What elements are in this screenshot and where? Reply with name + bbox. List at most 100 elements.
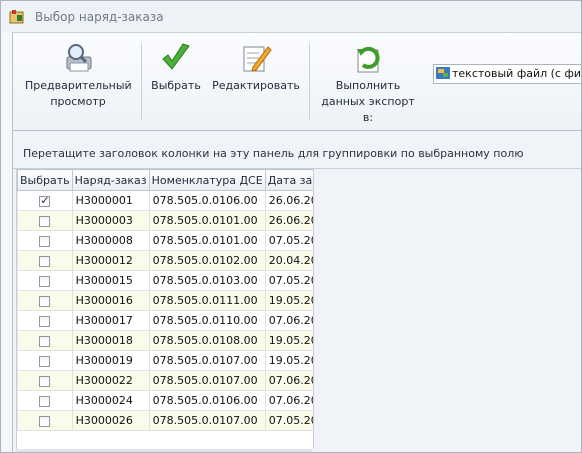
- order-cell: Н3000026: [71, 410, 150, 431]
- export-button[interactable]: Выполнить данных экспорт в:: [315, 33, 421, 129]
- select-checkbox[interactable]: [39, 355, 51, 367]
- table-row[interactable]: Н3000016078.505.0.0111.0019.05.2016: [17, 290, 313, 311]
- table-row[interactable]: Н3000003078.505.0.0101.0026.06.2015: [17, 210, 313, 231]
- export-format-value: текстовый файл (с фик: [452, 67, 582, 80]
- order-cell: Н3000017: [71, 310, 150, 331]
- item-cell: 078.505.0.0107.00: [148, 410, 266, 431]
- order-cell: Н3000024: [71, 390, 150, 411]
- grid-body: Н3000001078.505.0.0106.0026.06.2015Н3000…: [17, 190, 313, 431]
- select-cell[interactable]: [17, 290, 73, 311]
- select-cell[interactable]: [17, 330, 73, 351]
- select-checkbox[interactable]: [39, 395, 51, 407]
- select-cell[interactable]: [17, 410, 73, 431]
- table-row[interactable]: Н3000015078.505.0.0103.0007.05.2016: [17, 270, 313, 291]
- select-checkbox[interactable]: [39, 295, 51, 307]
- item-cell: 078.505.0.0106.00: [148, 390, 266, 411]
- order-selection-window: Выбор наряд-заказа Предварительный просм…: [0, 0, 582, 453]
- item-cell: 078.505.0.0108.00: [148, 330, 266, 351]
- table-row[interactable]: Н3000026078.505.0.0107.0007.05.2016: [17, 410, 313, 431]
- item-cell: 078.505.0.0111.00: [148, 290, 266, 311]
- export-label: Выполнить данных экспорт в:: [321, 79, 415, 124]
- edit-button[interactable]: Редактировать: [211, 33, 301, 129]
- date-cell: 07.05.2016: [264, 230, 313, 251]
- column-header-date[interactable]: Дата запуска: [264, 169, 313, 191]
- preview-button[interactable]: Предварительный просмотр: [25, 33, 132, 129]
- date-cell: 07.06.2016: [264, 370, 313, 391]
- table-row[interactable]: Н3000017078.505.0.0110.0007.06.2016: [17, 310, 313, 331]
- select-checkbox[interactable]: [39, 235, 51, 247]
- date-cell: 07.05.2016: [264, 410, 313, 431]
- order-cell: Н3000001: [71, 190, 150, 211]
- select-cell[interactable]: [17, 190, 73, 211]
- date-cell: 07.05.2016: [264, 270, 313, 291]
- select-checkbox[interactable]: [39, 315, 51, 327]
- select-checkbox[interactable]: [39, 335, 51, 347]
- date-cell: 07.06.2016: [264, 310, 313, 331]
- select-checkbox[interactable]: [39, 275, 51, 287]
- column-header-select[interactable]: Выбрать: [17, 169, 73, 191]
- table-row[interactable]: Н3000024078.505.0.0106.0007.06.2016: [17, 390, 313, 411]
- select-button[interactable]: Выбрать: [150, 33, 202, 129]
- toolbar-separator: [309, 43, 310, 119]
- orders-grid: Выбрать Наряд-заказ Номенклатура ДСЕ Дат…: [16, 169, 314, 449]
- select-cell[interactable]: [17, 370, 73, 391]
- table-row[interactable]: Н3000019078.505.0.0107.0019.05.2016: [17, 350, 313, 371]
- toolbar-separator: [141, 43, 142, 119]
- date-cell: 19.05.2016: [264, 330, 313, 351]
- toolbar: Предварительный просмотр Выбрать Редакти…: [12, 32, 582, 131]
- grid-footer-strip: [16, 449, 312, 452]
- item-cell: 078.505.0.0107.00: [148, 370, 266, 391]
- select-checkbox[interactable]: [39, 255, 51, 267]
- edit-pencil-icon: [243, 46, 272, 72]
- order-cell: Н3000016: [71, 290, 150, 311]
- grid-header-row: Выбрать Наряд-заказ Номенклатура ДСЕ Дат…: [17, 169, 313, 191]
- app-icon: [9, 10, 24, 24]
- column-header-item[interactable]: Номенклатура ДСЕ: [148, 169, 266, 191]
- export-refresh-icon: [357, 46, 380, 73]
- table-row[interactable]: Н3000001078.505.0.0106.0026.06.2015: [17, 190, 313, 211]
- select-cell[interactable]: [17, 250, 73, 271]
- item-cell: 078.505.0.0107.00: [148, 350, 266, 371]
- select-cell[interactable]: [17, 210, 73, 231]
- column-header-order[interactable]: Наряд-заказ: [71, 169, 150, 191]
- preview-label: Предварительный просмотр: [25, 79, 132, 108]
- item-cell: 078.505.0.0106.00: [148, 190, 266, 211]
- select-checkbox[interactable]: [39, 194, 51, 207]
- order-cell: Н3000012: [71, 250, 150, 271]
- date-cell: 20.04.2016: [264, 250, 313, 271]
- order-cell: Н3000022: [71, 370, 150, 391]
- item-cell: 078.505.0.0110.00: [148, 310, 266, 331]
- title-bar: Выбор наряд-заказа: [1, 1, 581, 32]
- print-preview-icon: [66, 44, 92, 72]
- text-file-icon: [436, 67, 450, 79]
- select-cell[interactable]: [17, 350, 73, 371]
- window-title: Выбор наряд-заказа: [35, 10, 164, 24]
- date-cell: 19.05.2016: [264, 290, 313, 311]
- export-format-select[interactable]: текстовый файл (с фик: [433, 64, 582, 84]
- select-cell[interactable]: [17, 390, 73, 411]
- grid-area: Перетащите заголовок колонки на эту пане…: [12, 131, 581, 452]
- date-cell: 07.06.2016: [264, 390, 313, 411]
- group-by-panel[interactable]: Перетащите заголовок колонки на эту пане…: [13, 131, 581, 169]
- select-checkbox[interactable]: [39, 415, 51, 427]
- table-row[interactable]: Н3000008078.505.0.0101.0007.05.2016: [17, 230, 313, 251]
- item-cell: 078.505.0.0103.00: [148, 270, 266, 291]
- select-checkbox[interactable]: [39, 215, 51, 227]
- date-cell: 26.06.2015: [264, 210, 313, 231]
- select-checkbox[interactable]: [39, 375, 51, 387]
- table-row[interactable]: Н3000012078.505.0.0102.0020.04.2016: [17, 250, 313, 271]
- order-cell: Н3000018: [71, 330, 150, 351]
- order-cell: Н3000015: [71, 270, 150, 291]
- table-row[interactable]: Н3000018078.505.0.0108.0019.05.2016: [17, 330, 313, 351]
- select-cell[interactable]: [17, 270, 73, 291]
- item-cell: 078.505.0.0101.00: [148, 230, 266, 251]
- order-cell: Н3000019: [71, 350, 150, 371]
- select-label: Выбрать: [151, 79, 201, 92]
- select-cell[interactable]: [17, 230, 73, 251]
- table-row[interactable]: Н3000022078.505.0.0107.0007.06.2016: [17, 370, 313, 391]
- order-cell: Н3000008: [71, 230, 150, 251]
- select-cell[interactable]: [17, 310, 73, 331]
- item-cell: 078.505.0.0102.00: [148, 250, 266, 271]
- date-cell: 26.06.2015: [264, 190, 313, 211]
- edit-label: Редактировать: [212, 79, 300, 92]
